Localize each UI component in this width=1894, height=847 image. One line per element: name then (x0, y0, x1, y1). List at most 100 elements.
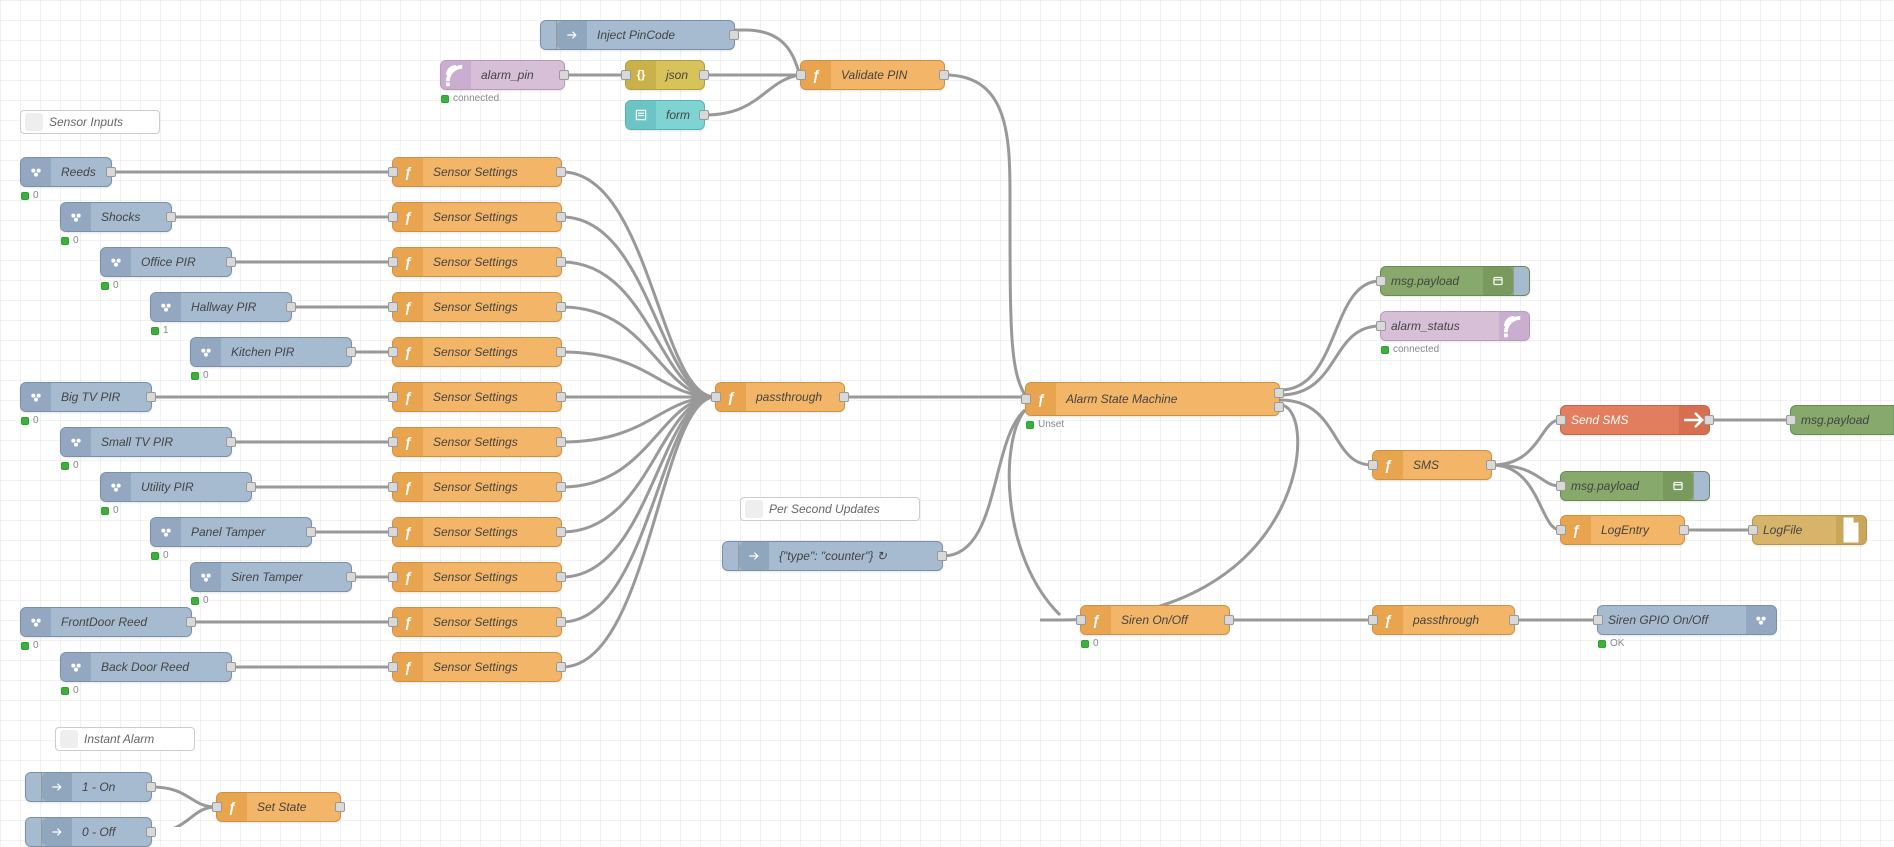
port-in[interactable] (1021, 394, 1031, 404)
port-out[interactable] (146, 782, 156, 792)
port-out[interactable] (556, 617, 566, 627)
port-out[interactable] (1679, 525, 1689, 535)
port-in[interactable] (1748, 525, 1758, 535)
fn-validate-pin[interactable]: Validate PIN (800, 60, 945, 90)
port-in[interactable] (1376, 321, 1386, 331)
inject-button[interactable] (26, 773, 42, 801)
port-out-1[interactable] (1274, 388, 1284, 398)
port-out[interactable] (729, 30, 739, 40)
rpi-reeds[interactable]: Reeds 0 (20, 157, 112, 187)
fn-sensor-settings-8[interactable]: Sensor Settings (392, 472, 562, 502)
port-in[interactable] (388, 302, 398, 312)
inject-button[interactable] (541, 21, 557, 49)
port-out[interactable] (556, 437, 566, 447)
fn-passthrough2[interactable]: passthrough (1372, 605, 1515, 635)
fn-sensor-settings-5[interactable]: Sensor Settings (392, 337, 562, 367)
port-in[interactable] (388, 662, 398, 672)
port-out[interactable] (346, 347, 356, 357)
debug-msg-payload-3[interactable]: msg.payload (1560, 471, 1710, 501)
port-out[interactable] (226, 437, 236, 447)
node-logfile[interactable]: LogFile (1752, 515, 1867, 545)
rpi-back-reed[interactable]: Back Door Reed 0 (60, 652, 232, 682)
debug-msg-payload-2[interactable]: msg.payload (1790, 405, 1894, 435)
debug-toggle[interactable] (1693, 472, 1709, 500)
rpi-hallway-pir[interactable]: Hallway PIR 1 (150, 292, 292, 322)
port-in[interactable] (388, 527, 398, 537)
fn-sensor-settings-9[interactable]: Sensor Settings (392, 517, 562, 547)
rpi-siren-tamper[interactable]: Siren Tamper 0 (190, 562, 352, 592)
port-out[interactable] (699, 110, 709, 120)
fn-sensor-settings-11[interactable]: Sensor Settings (392, 607, 562, 637)
port-out[interactable] (556, 392, 566, 402)
port-in[interactable] (212, 802, 222, 812)
debug-toggle[interactable] (1513, 267, 1529, 295)
rpi-bigtv-pir[interactable]: Big TV PIR 0 (20, 382, 152, 412)
fn-sensor-settings-7[interactable]: Sensor Settings (392, 427, 562, 457)
port-out[interactable] (839, 392, 849, 402)
rpi-front-reed[interactable]: FrontDoor Reed 0 (20, 607, 192, 637)
port-out[interactable] (556, 662, 566, 672)
port-out[interactable] (699, 70, 709, 80)
rpi-shocks[interactable]: Shocks 0 (60, 202, 172, 232)
fn-sensor-settings-1[interactable]: Sensor Settings (392, 157, 562, 187)
fn-sensor-settings-2[interactable]: Sensor Settings (392, 202, 562, 232)
port-out[interactable] (556, 167, 566, 177)
inject-button[interactable] (723, 542, 739, 570)
inject-pincode[interactable]: Inject PinCode (540, 20, 735, 50)
port-in[interactable] (388, 392, 398, 402)
port-out[interactable] (146, 392, 156, 402)
rpi-utility-pir[interactable]: Utility PIR 0 (100, 472, 252, 502)
port-out[interactable] (346, 572, 356, 582)
rpi-office-pir[interactable]: Office PIR 0 (100, 247, 232, 277)
port-in[interactable] (388, 212, 398, 222)
fn-set-state[interactable]: Set State (216, 792, 341, 822)
port-out[interactable] (556, 212, 566, 222)
rpi-smalltv-pir[interactable]: Small TV PIR 0 (60, 427, 232, 457)
inject-on[interactable]: 1 - On (25, 772, 152, 802)
port-out[interactable] (146, 827, 156, 837)
port-out[interactable] (335, 802, 345, 812)
port-out[interactable] (1509, 615, 1519, 625)
port-in[interactable] (796, 70, 806, 80)
port-out[interactable] (226, 662, 236, 672)
port-out[interactable] (556, 257, 566, 267)
fn-siren-onoff[interactable]: Siren On/Off 0 (1080, 605, 1230, 635)
port-out[interactable] (556, 572, 566, 582)
node-send-sms[interactable]: Send SMS (1560, 405, 1710, 435)
port-out[interactable] (1224, 615, 1234, 625)
fn-logentry[interactable]: LogEntry (1560, 515, 1685, 545)
port-in[interactable] (1786, 415, 1796, 425)
fn-sensor-settings-3[interactable]: Sensor Settings (392, 247, 562, 277)
port-out[interactable] (556, 347, 566, 357)
port-in[interactable] (1556, 415, 1566, 425)
mqtt-out-alarm-status[interactable]: alarm_status connected (1380, 311, 1530, 341)
fn-alarm-state-machine[interactable]: Alarm State Machine Unset (1025, 382, 1280, 416)
port-in[interactable] (1376, 276, 1386, 286)
fn-sensor-settings-10[interactable]: Sensor Settings (392, 562, 562, 592)
port-in[interactable] (388, 572, 398, 582)
port-in[interactable] (1556, 481, 1566, 491)
port-out[interactable] (286, 302, 296, 312)
port-out[interactable] (556, 482, 566, 492)
port-out[interactable] (556, 527, 566, 537)
port-out[interactable] (246, 482, 256, 492)
port-out[interactable] (556, 302, 566, 312)
port-in[interactable] (388, 257, 398, 267)
port-out[interactable] (166, 212, 176, 222)
port-in[interactable] (1556, 525, 1566, 535)
port-out[interactable] (306, 527, 316, 537)
port-out[interactable] (1704, 415, 1714, 425)
inject-off[interactable]: 0 - Off (25, 817, 152, 847)
port-in[interactable] (388, 617, 398, 627)
port-out[interactable] (186, 617, 196, 627)
mqtt-in-alarm-pin[interactable]: alarm_pin connected (440, 60, 565, 90)
fn-sensor-settings-4[interactable]: Sensor Settings (392, 292, 562, 322)
rpi-kitchen-pir[interactable]: Kitchen PIR 0 (190, 337, 352, 367)
debug-msg-payload-1[interactable]: msg.payload (1380, 266, 1530, 296)
form-node[interactable]: form (625, 100, 705, 130)
port-in[interactable] (388, 167, 398, 177)
port-in[interactable] (1368, 615, 1378, 625)
port-out[interactable] (939, 70, 949, 80)
port-in[interactable] (711, 392, 721, 402)
port-out[interactable] (226, 257, 236, 267)
